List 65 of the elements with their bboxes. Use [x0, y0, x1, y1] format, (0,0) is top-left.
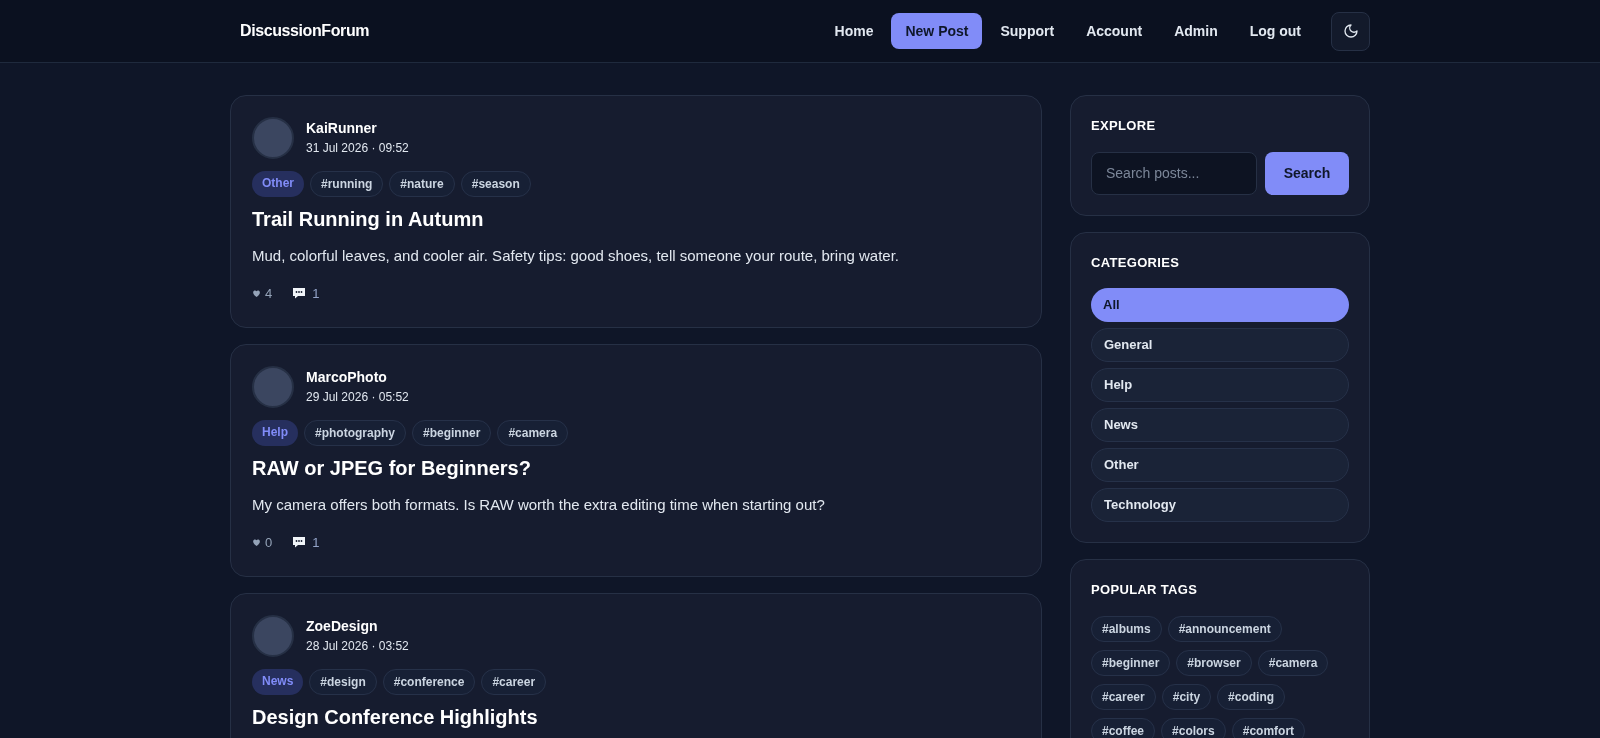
theme-toggle-button[interactable] [1331, 11, 1370, 51]
post-card[interactable]: ZoeDesign 28 Jul 2026 · 03:52 News #design #conference #career Design Conference Highlights [230, 593, 1042, 738]
post-date: 28 Jul 2026 · 03:52 [306, 638, 409, 655]
post-card[interactable]: KaiRunner 31 Jul 2026 · 09:52 Other #running #nature #season Trail Running in Autumn Mud, colorful leaves, and cooler air. Safety tips: good shoes, tell someone your route, bring water. 4 1 [230, 95, 1042, 328]
tag-chip[interactable]: #beginner [1091, 649, 1171, 676]
nav-link[interactable]: Account [1072, 13, 1157, 49]
category-item[interactable]: All [1091, 288, 1349, 322]
tag-chip[interactable]: #coding [1217, 683, 1286, 710]
post-title[interactable]: Trail Running in Autumn [252, 205, 1020, 233]
heart-icon [252, 288, 261, 298]
author-name[interactable]: ZoeDesign [306, 616, 409, 636]
category-chip[interactable]: Help [252, 420, 298, 446]
panel-title: POPULAR TAGS [1091, 581, 1199, 599]
post-title[interactable]: RAW or JPEG for Beginners? [252, 454, 1020, 482]
tag-chip[interactable]: #albums [1091, 615, 1162, 642]
category-chip[interactable]: Other [252, 171, 304, 197]
heart-icon [252, 537, 261, 547]
like-count: 0 [265, 533, 273, 552]
post-card[interactable]: MarcoPhoto 29 Jul 2026 · 05:52 Help #photography #beginner #camera RAW or JPEG for Beginners? My camera offers both formats. Is RAW worth the extra editing time when starting out? 0 1 [230, 344, 1042, 577]
comment-icon [292, 536, 307, 549]
comment-count: 1 [312, 284, 320, 303]
tag-chip[interactable]: #announcement [1167, 615, 1282, 642]
panel-title: CATEGORIES [1091, 253, 1181, 272]
category-item[interactable]: News [1091, 408, 1349, 442]
panel-title: EXPLORE [1091, 117, 1157, 135]
post-body: Mud, colorful leaves, and cooler air. Safety tips: good shoes, tell someone your route, bring water. [252, 246, 901, 266]
tag-chip[interactable]: #comfort [1231, 717, 1306, 738]
category-item[interactable]: General [1091, 328, 1349, 362]
category-chip[interactable]: News [252, 669, 304, 695]
category-item[interactable]: Help [1091, 368, 1349, 402]
nav-link[interactable]: Log out [1235, 13, 1315, 49]
nav-link[interactable]: Support [986, 13, 1069, 49]
nav-link[interactable]: Admin [1160, 13, 1232, 49]
tag-chip[interactable]: #beginner [412, 420, 492, 446]
post-title[interactable]: Design Conference Highlights [252, 703, 1020, 731]
tag-chip[interactable]: #nature [389, 171, 455, 197]
post-body: My camera offers both formats. Is RAW worth the extra editing time when starting out? [252, 495, 826, 515]
brand-logo[interactable]: DiscussionForum [240, 19, 370, 43]
tag-chip[interactable]: #colors [1161, 717, 1226, 738]
nav-link[interactable]: New Post [891, 13, 983, 49]
tag-chip[interactable]: #conference [382, 669, 476, 695]
tag-chip[interactable]: #career [481, 669, 547, 695]
comment-icon [292, 287, 307, 300]
category-item[interactable]: Technology [1091, 488, 1349, 522]
comment-count: 1 [312, 533, 320, 552]
tag-chip[interactable]: #camera [1257, 649, 1329, 676]
tag-chip[interactable]: #career [1091, 683, 1156, 710]
post-date: 31 Jul 2026 · 09:52 [306, 140, 409, 157]
author-name[interactable]: KaiRunner [306, 118, 409, 138]
tag-chip[interactable]: #coffee [1091, 717, 1156, 738]
tag-chip[interactable]: #photography [304, 420, 406, 446]
search-button[interactable]: Search [1265, 151, 1349, 195]
tag-chip[interactable]: #city [1161, 683, 1212, 710]
moon-icon [1342, 23, 1359, 39]
category-item[interactable]: Other [1091, 448, 1349, 482]
tag-chip[interactable]: #season [460, 171, 531, 197]
nav-link[interactable]: Home [820, 13, 888, 49]
tag-chip[interactable]: #design [309, 669, 377, 695]
like-count: 4 [265, 284, 273, 303]
author-name[interactable]: MarcoPhoto [306, 367, 409, 387]
tag-chip[interactable]: #browser [1176, 649, 1252, 676]
tag-chip[interactable]: #running [310, 171, 384, 197]
search-field[interactable]: Search posts... [1091, 151, 1257, 195]
post-date: 29 Jul 2026 · 05:52 [306, 389, 409, 406]
tag-chip[interactable]: #camera [497, 420, 569, 446]
